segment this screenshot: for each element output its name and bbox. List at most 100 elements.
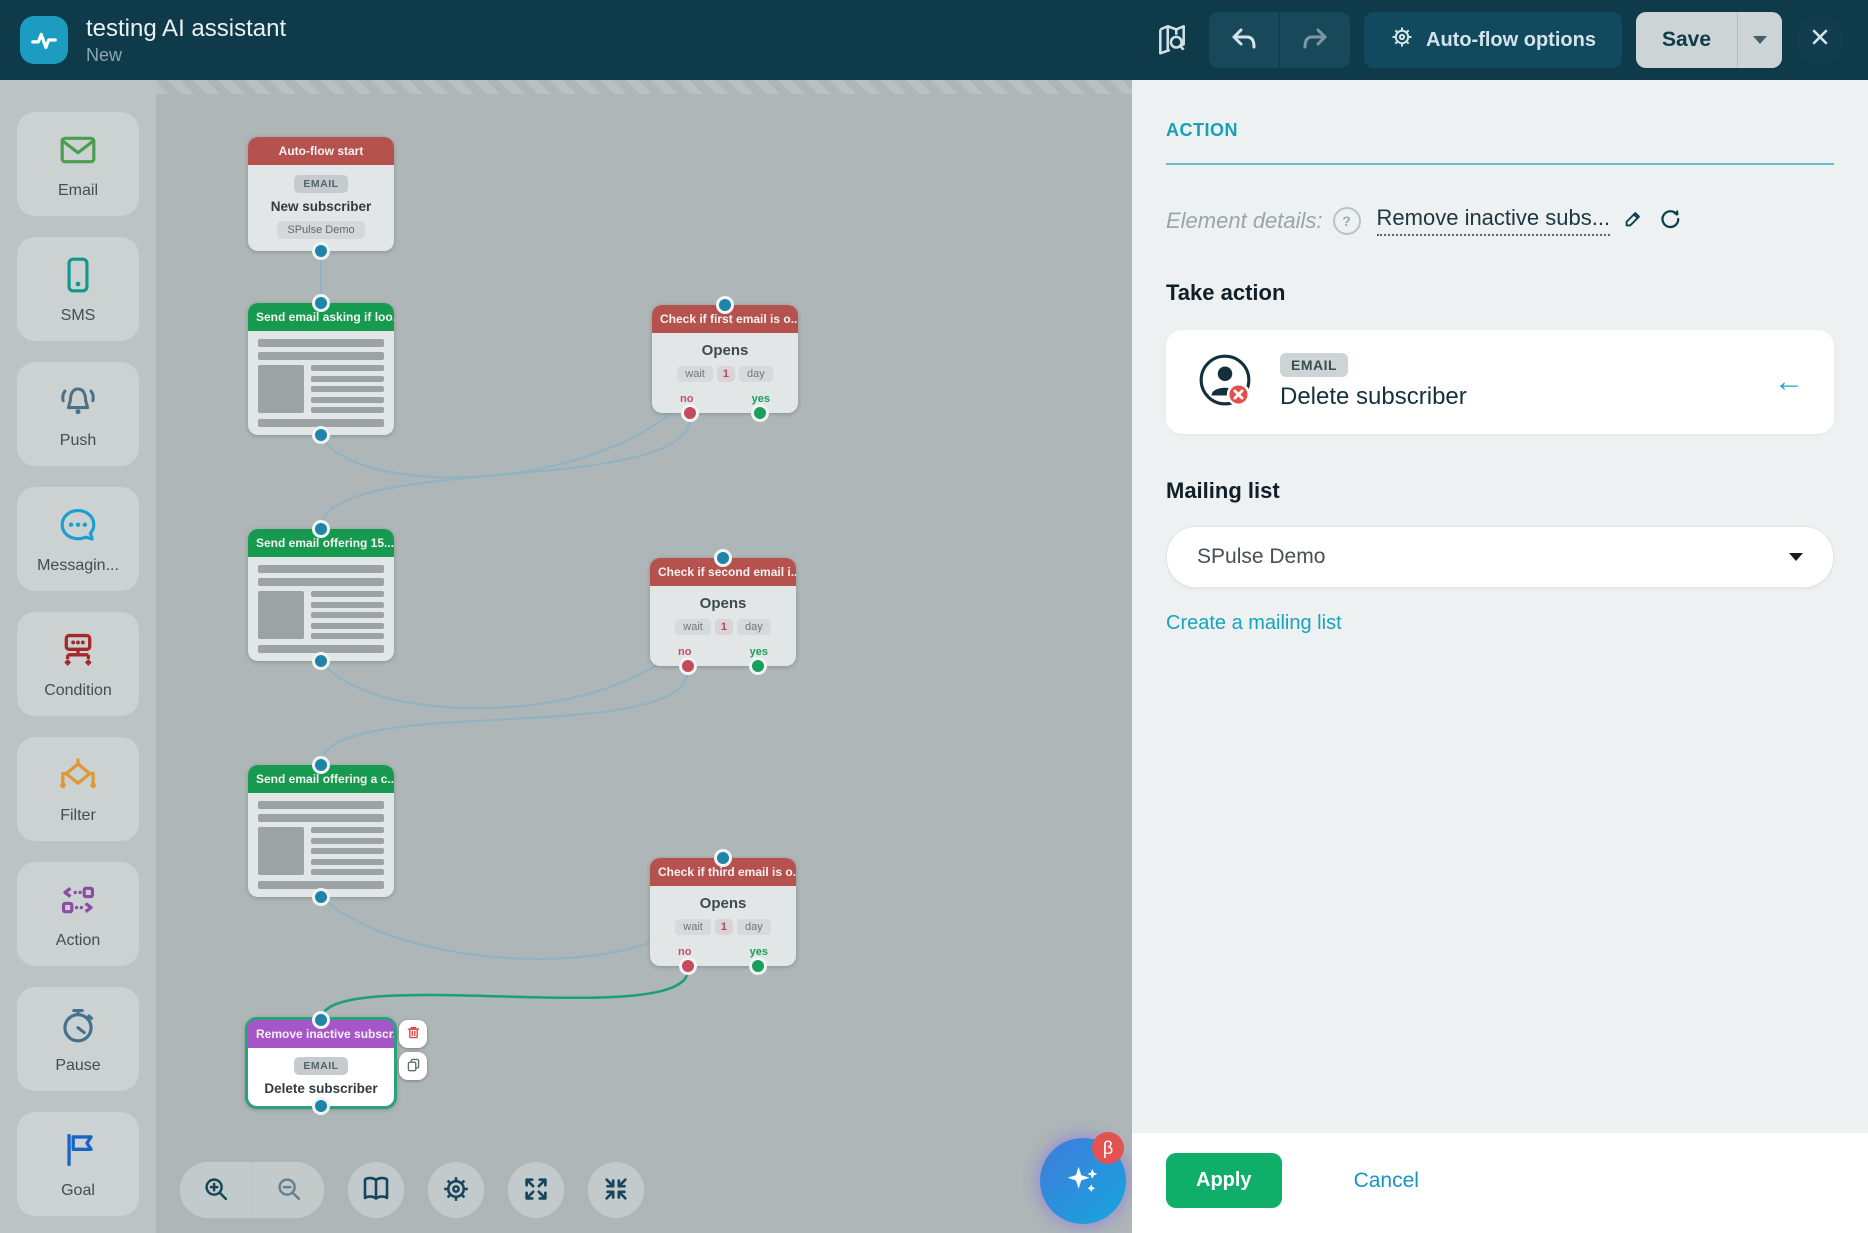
beta-badge: β bbox=[1092, 1132, 1124, 1164]
change-action-button[interactable]: ← bbox=[1774, 365, 1804, 399]
save-dropdown-toggle[interactable] bbox=[1737, 12, 1782, 68]
connector-dot[interactable] bbox=[312, 426, 330, 444]
create-mailing-list-link[interactable]: Create a mailing list bbox=[1166, 612, 1342, 635]
flow-node-condition-1[interactable]: Check if first email is o... Opens wait … bbox=[652, 305, 798, 413]
top-bar-actions: Auto-flow options Save bbox=[1149, 12, 1844, 68]
bell-icon bbox=[56, 378, 100, 427]
undo-button[interactable] bbox=[1209, 12, 1279, 68]
sparkles-icon bbox=[1061, 1158, 1105, 1205]
node-event-name: New subscriber bbox=[256, 199, 386, 214]
flow-node-start[interactable]: Auto-flow start EMAIL New subscriber SPu… bbox=[248, 137, 394, 251]
email-preview bbox=[248, 793, 394, 897]
connector-dot[interactable] bbox=[312, 1011, 330, 1029]
map-search-button[interactable] bbox=[1149, 16, 1195, 65]
flow-node-email-1[interactable]: Send email asking if loo... bbox=[248, 303, 394, 435]
channel-badge: EMAIL bbox=[1280, 353, 1348, 377]
sidebar-item-action[interactable]: Action bbox=[17, 862, 139, 966]
connector-dot[interactable] bbox=[312, 888, 330, 906]
flow-node-condition-3[interactable]: Check if third email is o... Opens wait … bbox=[650, 858, 796, 966]
apply-button[interactable]: Apply bbox=[1166, 1153, 1282, 1208]
selected-action-card[interactable]: EMAIL Delete subscriber ← bbox=[1166, 330, 1834, 434]
trash-icon bbox=[405, 1024, 422, 1044]
cancel-button[interactable]: Cancel bbox=[1354, 1169, 1419, 1193]
wait-unit-chip: day bbox=[737, 919, 771, 935]
sidebar-item-pause[interactable]: Pause bbox=[17, 987, 139, 1091]
fit-view-button[interactable] bbox=[588, 1162, 644, 1218]
minimap-button[interactable] bbox=[348, 1162, 404, 1218]
refresh-icon bbox=[1658, 207, 1682, 234]
copy-node-button[interactable] bbox=[399, 1052, 427, 1080]
close-icon bbox=[1810, 27, 1830, 53]
fullscreen-button[interactable] bbox=[508, 1162, 564, 1218]
flow-node-email-3[interactable]: Send email offering a c... bbox=[248, 765, 394, 897]
panel-title: ACTION bbox=[1166, 120, 1834, 141]
sidebar-item-label: Push bbox=[60, 432, 96, 450]
wait-chip: wait bbox=[675, 919, 711, 935]
sidebar-item-goal[interactable]: Goal bbox=[17, 1112, 139, 1216]
wait-value-chip: 1 bbox=[715, 919, 733, 935]
flow-node-condition-2[interactable]: Check if second email i... Opens wait 1 … bbox=[650, 558, 796, 666]
sidebar-item-filter[interactable]: Filter bbox=[17, 737, 139, 841]
app-logo bbox=[20, 16, 68, 64]
branch-no-dot[interactable] bbox=[679, 657, 697, 675]
redo-button[interactable] bbox=[1280, 12, 1350, 68]
mailing-list-select[interactable]: SPulse Demo bbox=[1166, 526, 1834, 588]
connector-dot[interactable] bbox=[312, 756, 330, 774]
element-name-field[interactable]: Remove inactive subs... bbox=[1377, 205, 1611, 236]
sidebar-item-sms[interactable]: SMS bbox=[17, 237, 139, 341]
node-body: EMAIL New subscriber SPulse Demo bbox=[248, 165, 394, 251]
wait-unit-chip: day bbox=[739, 366, 773, 382]
close-button[interactable] bbox=[1796, 16, 1844, 64]
rename-button[interactable] bbox=[1620, 206, 1646, 235]
connector-dot[interactable] bbox=[312, 1097, 330, 1115]
canvas-settings-button[interactable] bbox=[428, 1162, 484, 1218]
smartphone-icon bbox=[56, 253, 100, 302]
connector-dot[interactable] bbox=[312, 520, 330, 538]
autoflow-options-label: Auto-flow options bbox=[1426, 29, 1596, 52]
node-title: Auto-flow start bbox=[248, 137, 394, 165]
connector-dot[interactable] bbox=[312, 242, 330, 260]
connector-dot[interactable] bbox=[312, 652, 330, 670]
copy-icon bbox=[405, 1056, 422, 1076]
sidebar-item-email[interactable]: Email bbox=[17, 112, 139, 216]
zoom-out-icon bbox=[274, 1174, 304, 1207]
branch-yes-dot[interactable] bbox=[751, 404, 769, 422]
branch-no-dot[interactable] bbox=[681, 404, 699, 422]
sidebar-item-condition[interactable]: Condition bbox=[17, 612, 139, 716]
envelope-icon bbox=[56, 128, 100, 177]
chevron-down-icon bbox=[1789, 553, 1803, 561]
map-search-icon bbox=[1155, 22, 1189, 59]
branch-yes-dot[interactable] bbox=[749, 657, 767, 675]
gear-icon bbox=[441, 1174, 471, 1207]
branch-yes-dot[interactable] bbox=[749, 957, 767, 975]
zoom-in-button[interactable] bbox=[180, 1162, 252, 1218]
email-preview bbox=[248, 331, 394, 435]
connector-dot[interactable] bbox=[312, 294, 330, 312]
autoflow-options-button[interactable]: Auto-flow options bbox=[1364, 12, 1622, 68]
funnel-diamond-icon bbox=[56, 753, 100, 802]
element-details-label: Element details: bbox=[1166, 208, 1323, 234]
connector-dot[interactable] bbox=[714, 549, 732, 567]
flow-node-action-selected[interactable]: Remove inactive subscr... EMAIL Delete s… bbox=[245, 1017, 397, 1109]
connector-dot[interactable] bbox=[716, 296, 734, 314]
sidebar-item-label: Pause bbox=[55, 1057, 100, 1075]
flow-node-email-2[interactable]: Send email offering 15... bbox=[248, 529, 394, 661]
reset-name-button[interactable] bbox=[1656, 205, 1684, 236]
top-bar: testing AI assistant New bbox=[0, 0, 1868, 80]
expand-icon bbox=[521, 1174, 551, 1207]
sidebar-item-push[interactable]: Push bbox=[17, 362, 139, 466]
sidebar-item-messaging[interactable]: Messagin... bbox=[17, 487, 139, 591]
take-action-heading: Take action bbox=[1166, 280, 1834, 306]
flowchart-icon bbox=[56, 628, 100, 677]
flow-canvas[interactable]: Auto-flow start EMAIL New subscriber SPu… bbox=[156, 80, 1132, 1233]
help-icon[interactable]: ? bbox=[1333, 207, 1361, 235]
save-button[interactable]: Save bbox=[1636, 12, 1782, 68]
wait-chip: wait bbox=[677, 366, 713, 382]
connector-dot[interactable] bbox=[714, 849, 732, 867]
sidebar-item-label: Goal bbox=[61, 1182, 95, 1200]
delete-node-button[interactable] bbox=[399, 1020, 427, 1048]
branch-no-dot[interactable] bbox=[679, 957, 697, 975]
zoom-out-button[interactable] bbox=[252, 1162, 324, 1218]
wait-value-chip: 1 bbox=[715, 619, 733, 635]
wait-chip: wait bbox=[675, 619, 711, 635]
